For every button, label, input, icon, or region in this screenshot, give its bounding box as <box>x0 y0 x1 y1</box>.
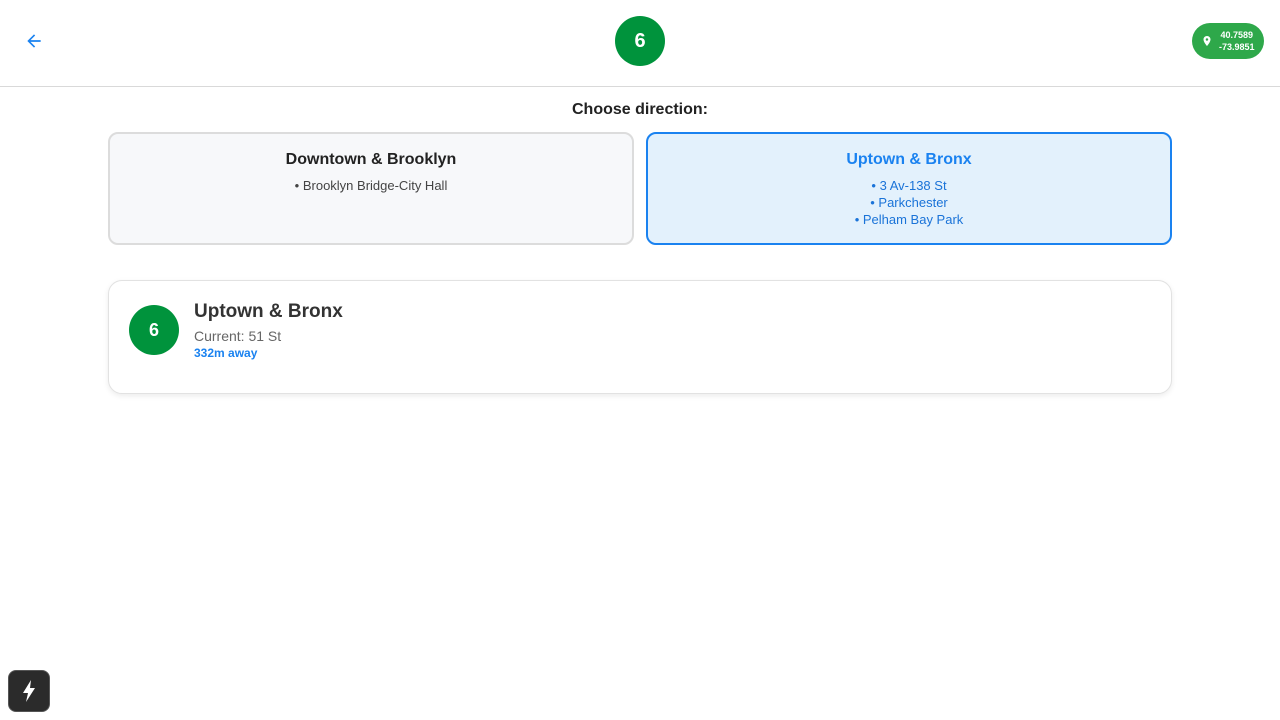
direction-title: Uptown & Bronx <box>846 151 972 168</box>
longitude-text: -73.9851 <box>1219 42 1255 52</box>
direction-title: Downtown & Brooklyn <box>285 151 457 168</box>
direction-stop: • 3 Av-138 St <box>871 178 947 193</box>
location-button[interactable]: 40.7589 -73.9851 <box>1192 23 1264 59</box>
map-pin-icon <box>1203 36 1211 46</box>
direction-option-downtown[interactable]: Downtown & Brooklyn • Brooklyn Bridge-Ci… <box>108 132 634 245</box>
train-current-station: Current: 51 St <box>194 328 282 344</box>
direction-option-uptown[interactable]: Uptown & Bronx • 3 Av-138 St • Parkchest… <box>646 132 1172 245</box>
train-route-badge: 6 <box>129 305 179 355</box>
route-badge: 6 <box>615 16 665 66</box>
lightning-icon <box>23 680 35 702</box>
direction-stop: • Parkchester <box>870 195 948 210</box>
train-card[interactable]: 6 Uptown & Bronx Current: 51 St 332m awa… <box>108 280 1172 394</box>
location-coordinates: 40.7589 -73.9851 <box>1219 29 1255 53</box>
quick-action-button[interactable] <box>8 670 50 712</box>
top-bar: 6 40.7589 -73.9851 <box>0 0 1280 87</box>
direction-stop: • Brooklyn Bridge-City Hall <box>294 178 448 193</box>
choose-direction-label: Choose direction: <box>571 101 708 118</box>
train-distance: 332m away <box>194 346 258 360</box>
direction-stop: • Pelham Bay Park <box>854 212 964 227</box>
train-title: Uptown & Bronx <box>194 301 343 322</box>
arrow-left-icon <box>27 34 41 48</box>
latitude-text: 40.7589 <box>1220 30 1254 40</box>
back-button[interactable] <box>20 27 48 55</box>
train-info: Uptown & Bronx Current: 51 St 332m away <box>194 301 343 360</box>
